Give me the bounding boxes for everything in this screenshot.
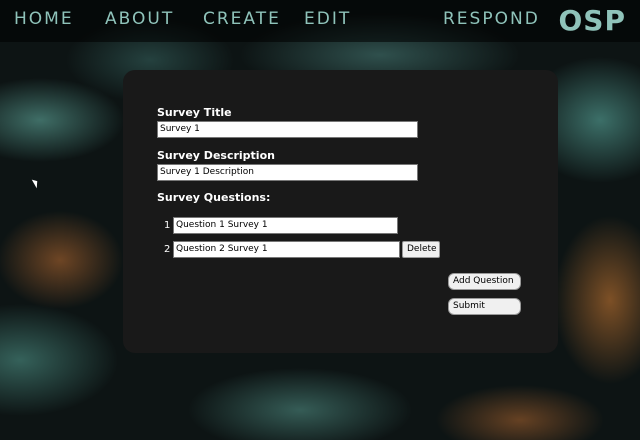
- survey-title-label: Survey Title: [157, 106, 232, 119]
- nav-respond[interactable]: RESPOND: [443, 9, 540, 29]
- nav-about[interactable]: ABOUT: [105, 9, 174, 29]
- question-input-2[interactable]: Question 2 Survey 1: [173, 241, 400, 258]
- nav-create[interactable]: CREATE: [203, 9, 281, 29]
- delete-question-button[interactable]: Delete: [402, 241, 440, 258]
- add-question-button[interactable]: Add Question: [448, 273, 521, 290]
- top-navigation-bar: HOME ABOUT CREATE EDIT RESPOND OSP: [0, 0, 640, 42]
- question-number: 1: [164, 220, 171, 231]
- survey-form-panel: Survey Title Survey 1 Survey Description…: [123, 70, 558, 353]
- survey-questions-label: Survey Questions:: [157, 191, 271, 204]
- submit-button[interactable]: Submit: [448, 298, 521, 315]
- nav-home[interactable]: HOME: [14, 9, 74, 29]
- site-logo: OSP: [558, 4, 626, 37]
- survey-title-input[interactable]: Survey 1: [157, 121, 418, 138]
- survey-description-input[interactable]: Survey 1 Description: [157, 164, 418, 181]
- question-number: 2: [164, 244, 171, 255]
- survey-description-label: Survey Description: [157, 149, 275, 162]
- nav-edit[interactable]: EDIT: [304, 9, 351, 29]
- question-input-1[interactable]: Question 1 Survey 1: [173, 217, 398, 234]
